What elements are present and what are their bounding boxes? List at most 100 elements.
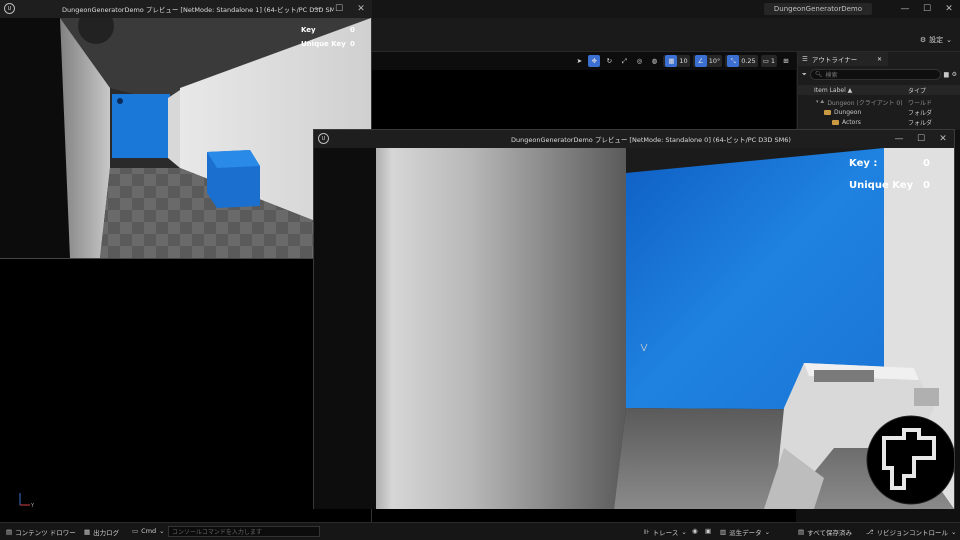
filter-icon[interactable]: ⏷ [802, 71, 807, 79]
derived-data-label: 派生データ [729, 529, 762, 537]
rotation-snap-toggle[interactable]: ∠ 10° [692, 55, 723, 67]
terminal-icon: ▭ [132, 527, 139, 535]
hud-key-label: Key [301, 26, 316, 34]
outliner-panel: ☰ アウトライナー ✕ ⏷ 🔍︎ 検索 ▆ ⚙ Item Label ▲ タイプ… [797, 52, 960, 130]
hud-unique-key-value: 0 [923, 180, 930, 191]
hud-unique-key-label: Unique Key [849, 180, 914, 191]
maximize-button[interactable]: ☐ [910, 130, 932, 148]
outliner-search-row: ⏷ 🔍︎ 検索 ▆ ⚙ [802, 69, 957, 80]
select-mode-icon[interactable]: ➤ [573, 55, 585, 67]
folder-icon [832, 119, 839, 125]
surface-snap-icon[interactable]: ◍ [648, 55, 660, 67]
content-drawer-button[interactable]: ▤ コンテンツ ドロワー [6, 527, 76, 537]
gear-icon[interactable]: ⚙ [952, 71, 957, 78]
svg-text:Y: Y [30, 503, 35, 509]
revision-control-label: リビジョンコントロール [876, 529, 949, 537]
status-bar: ▤ コンテンツ ドロワー ▦ 出力ログ ▭ Cmd ⌄ コンソールコマンドを入力… [0, 522, 960, 540]
console-command-input[interactable]: コンソールコマンドを入力します [168, 526, 320, 537]
preview-1-title: DungeonGeneratorDemo プレビュー [NetMode: Sta… [62, 6, 334, 14]
settings-button[interactable]: ⚙ 設定 ⌄ [920, 35, 952, 45]
translate-tool-icon[interactable]: ✥ [588, 55, 601, 67]
chevron-down-icon: ⌄ [764, 528, 771, 536]
hud-key-value: 0 [350, 26, 355, 34]
axis-gizmo-icon: Y [19, 493, 35, 509]
outliner-icon: ☰ [802, 55, 808, 63]
scale-tool-icon[interactable]: ⤢ [618, 55, 630, 67]
scale-snap-value: 0.25 [741, 57, 756, 65]
preview-2-window-controls: — ☐ ✕ [888, 130, 954, 148]
viewport-layout-icon[interactable]: ⊞ [780, 55, 792, 67]
preview-2-game-view[interactable]: Key : 0 Unique Key 0 [314, 148, 954, 509]
add-folder-icon[interactable]: ▆ [944, 71, 949, 78]
folder-icon [824, 109, 831, 115]
camera-speed-button[interactable]: ▭ 1 [760, 55, 777, 67]
output-log-button[interactable]: ▦ 出力ログ [84, 527, 119, 537]
trace-label: トレース [652, 529, 679, 537]
chevron-down-icon: ⌄ [681, 528, 687, 536]
outliner-row-type: フォルダ [908, 109, 933, 117]
outliner-row[interactable]: Dungeon フォルダ [798, 107, 960, 117]
world-space-icon[interactable]: ◎ [633, 55, 645, 67]
content-drawer-icon: ▤ [6, 528, 13, 536]
outliner-row[interactable]: Actors フォルダ [798, 117, 960, 127]
record-icon[interactable]: ◉ [692, 527, 698, 535]
preview-2-titlebar[interactable]: U DungeonGeneratorDemo プレビュー [NetMode: S… [314, 130, 954, 148]
outliner-tab[interactable]: ☰ アウトライナー ✕ [798, 52, 888, 66]
unreal-logo-icon: U [4, 3, 15, 14]
minimize-button[interactable]: — [306, 0, 328, 18]
revision-control-button[interactable]: ⎇ リビジョンコントロール ⌄ [866, 527, 956, 537]
save-icon: ▤ [798, 528, 805, 536]
unreal-logo-icon: U [318, 133, 329, 144]
rotate-tool-icon[interactable]: ↻ [603, 55, 615, 67]
outliner-search-input[interactable]: 🔍︎ 検索 [809, 69, 941, 80]
content-drawer-label: コンテンツ ドロワー [15, 529, 76, 537]
trace-button[interactable]: ⊪ トレース ⌄ [644, 527, 687, 537]
chevron-down-icon: ⌄ [951, 528, 957, 536]
close-button[interactable]: ✕ [938, 0, 960, 18]
outliner-column-header: Item Label ▲ タイプ [798, 85, 960, 95]
minimap [866, 415, 954, 505]
scale-snap-toggle[interactable]: ⤡ 0.25 [725, 55, 758, 67]
revision-control-icon: ⎇ [866, 528, 874, 536]
gear-icon: ⚙ [919, 36, 927, 44]
maximize-button[interactable]: ☐ [328, 0, 350, 18]
outliner-row-type: ワールド [908, 99, 933, 107]
preview-1-titlebar[interactable]: U DungeonGeneratorDemo プレビュー [NetMode: S… [0, 0, 372, 18]
outliner-row-label: Dungeon (クライアント 0) [827, 99, 903, 107]
scale-snap-icon: ⤡ [727, 55, 740, 67]
world-icon: ▾ ⛰ [816, 99, 825, 105]
grid-icon: ▦ [665, 55, 678, 67]
maximize-button[interactable]: ☐ [916, 0, 938, 18]
screenshot-icon[interactable]: ▣ [705, 527, 711, 535]
search-icon: 🔍︎ [814, 71, 823, 78]
outliner-row-type: フォルダ [908, 119, 933, 127]
search-placeholder: 検索 [825, 72, 838, 79]
close-button[interactable]: ✕ [932, 130, 954, 148]
derived-data-button[interactable]: ▥ 派生データ ⌄ [720, 527, 770, 537]
minimize-button[interactable]: — [888, 130, 910, 148]
item-label-column[interactable]: Item Label ▲ [798, 87, 908, 94]
save-all-status[interactable]: ▤ すべて保存済み [798, 527, 852, 537]
outliner-tab-label: アウトライナー [811, 56, 858, 64]
grid-snap-value: 10 [679, 57, 688, 65]
hud-key-label: Key : [849, 158, 878, 169]
preview-window-standalone-0: U DungeonGeneratorDemo プレビュー [NetMode: S… [313, 129, 955, 509]
type-column[interactable]: タイプ [908, 86, 926, 95]
chevron-down-icon: ⌄ [159, 527, 165, 535]
minimize-button[interactable]: — [894, 0, 916, 18]
close-button[interactable]: ✕ [350, 0, 372, 18]
hud-unique-key-value: 0 [350, 40, 355, 48]
unreal-editor: DungeonGeneratorDemo — ☐ ✕ ⚙ 設定 ⌄ ➤ ✥ ↻ … [0, 0, 960, 540]
close-tab-icon[interactable]: ✕ [877, 56, 882, 63]
camera-icon: ▭ [762, 57, 769, 65]
dungeon-room-scene [314, 148, 954, 509]
preview-2-title: DungeonGeneratorDemo プレビュー [NetMode: Sta… [511, 136, 791, 144]
camera-speed-value: 1 [770, 57, 775, 65]
outliner-row-label: Dungeon [834, 108, 862, 116]
outliner-row-label: Actors [842, 118, 861, 126]
outliner-row[interactable]: ▾ ⛰ Dungeon (クライアント 0) ワールド [798, 97, 960, 107]
grid-snap-toggle[interactable]: ▦ 10 [663, 55, 690, 67]
cmd-dropdown[interactable]: ▭ Cmd ⌄ [132, 527, 165, 535]
log-icon: ▦ [84, 528, 91, 536]
editor-project-tab[interactable]: DungeonGeneratorDemo [763, 3, 872, 15]
